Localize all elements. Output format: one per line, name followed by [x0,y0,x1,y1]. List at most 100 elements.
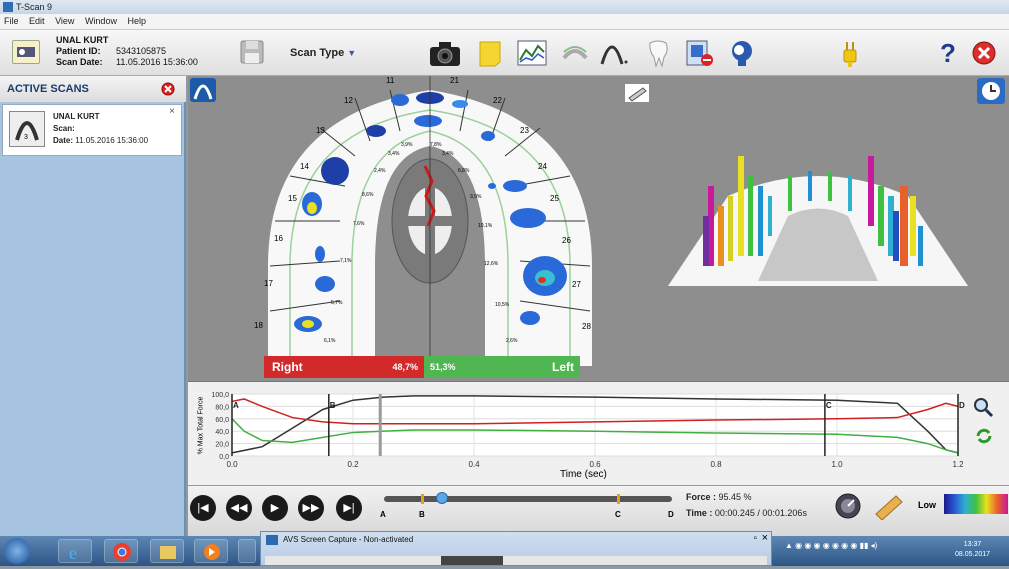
x-tick-label: 0.4 [468,460,480,469]
save-icon[interactable] [238,38,266,68]
scan-thumbnail-icon: 3 [9,111,45,147]
zoom-icon[interactable] [972,396,994,418]
arch-overlay-icon[interactable] [560,38,590,68]
tooth-icon[interactable] [644,38,672,68]
time-label: Time : [686,508,713,518]
skip-start-button[interactable]: |◀ [190,495,216,521]
app-icon [3,2,13,12]
menu-bar: File Edit View Window Help [0,14,1009,30]
pin-icon[interactable] [625,84,649,102]
scan-type-label: Scan Type [290,47,345,59]
y-tick-label: 40,0 [215,429,229,436]
right-value: 48,7% [392,362,418,372]
sticky-note-icon[interactable] [476,38,504,68]
x-tick-label: 1.2 [952,460,964,469]
clock-icon[interactable] [977,78,1005,104]
close-icon[interactable] [970,38,998,68]
tooth-number-25: 25 [550,194,559,203]
timeline-slider[interactable] [384,496,672,502]
tooth-number-18: 18 [254,321,263,330]
menu-file[interactable]: File [0,14,23,28]
force-time-graph: 100,0 80,0 60,0 40,0 20,0 0,0 0.0 0.2 0.4 0.6 0.8 1… [188,381,1009,485]
percent-26: 12,6% [484,261,499,267]
tray-icons[interactable]: ▲ ◉ ◉ ◉ ◉ ◉ ◉ ◉ ▮▮ ◂) [785,541,877,550]
percent-21: 7,8% [430,142,442,148]
gauge-icon[interactable] [834,492,862,520]
system-clock[interactable]: 13:37 08.05.2017 [955,540,990,560]
chrome-icon[interactable] [104,539,138,563]
explorer-icon[interactable] [150,539,184,563]
marker-label-b: B [330,401,336,410]
graph-icon[interactable] [516,38,548,68]
right-label: Right [272,360,303,374]
x-tick-label: 0.2 [347,460,359,469]
avs-maximize-button[interactable]: ▫ [753,533,757,544]
camera-icon[interactable] [428,38,462,68]
timeline-marker-c [617,494,620,504]
y-tick-label: 20,0 [215,442,229,449]
scan-type-dropdown[interactable]: Scan Type ▼ [290,47,356,59]
percent-16: 7,1% [340,258,352,264]
marker-label-d: D [959,401,965,410]
active-scans-panel: ACTIVE SCANS 3 UNAL KURT Scan: Date: 11.… [0,76,186,536]
clock-time: 13:37 [963,541,982,548]
color-scale [944,494,1008,514]
tooth-number-22: 22 [493,96,502,105]
arch-icon[interactable] [596,38,630,68]
fast-forward-button[interactable]: ▶▶ [298,495,324,521]
avs-window[interactable]: AVS Screen Capture - Non-activated ▫ × [260,531,772,566]
force-label: Force : [686,492,717,502]
rewind-button[interactable]: ◀◀ [226,495,252,521]
remove-scan-icon[interactable] [161,82,175,96]
plug-icon[interactable] [836,38,862,68]
sensor-settings-icon[interactable] [684,38,716,68]
scan-patient-name: UNAL KURT [53,112,100,121]
clock-date: 08.05.2017 [955,551,991,558]
arch-view-icon[interactable] [190,78,216,102]
tooth-number-13: 13 [316,126,325,135]
patient-name: UNAL KURT [56,35,109,45]
skip-end-button[interactable]: ▶| [336,495,362,521]
playback-bar: |◀ ◀◀ ▶ ▶▶ ▶| A B C D Force : 95.45 % Ti… [188,485,1009,536]
avs-close-button[interactable]: × [762,532,768,544]
menu-view[interactable]: View [51,14,78,28]
scan-number: 3 [24,134,28,141]
force-3d-view [668,156,968,286]
scan-card[interactable]: 3 UNAL KURT Scan: Date: 11.05.2016 15:36… [2,104,182,156]
refresh-icon[interactable] [974,426,994,446]
graph-ylabel: % Max Total Force [197,396,205,455]
scan-date: 11.05.2016 15:36:00 [116,57,198,67]
timeline-thumb[interactable] [435,492,448,504]
system-tray: ▲ ◉ ◉ ◉ ◉ ◉ ◉ ◉ ▮▮ ◂) [785,541,877,550]
avs-toolbar [265,556,767,565]
marker-b-label: B [419,510,425,519]
start-button[interactable] [4,538,30,564]
patient-card-icon[interactable] [12,40,40,64]
dental-arch [268,76,592,366]
percent-13: 2,4% [374,168,386,174]
close-card-icon[interactable]: × [169,106,175,117]
marker-label-c: C [826,401,832,410]
play-button[interactable]: ▶ [262,495,288,521]
media-player-icon[interactable] [194,539,228,563]
app-taskbar-icon[interactable] [238,539,256,563]
menu-help[interactable]: Help [123,14,150,28]
patient-head-icon[interactable] [728,38,756,68]
menu-window[interactable]: Window [81,14,121,28]
avs-toolbar-button[interactable] [441,556,503,565]
ie-icon[interactable]: e [58,539,92,563]
y-tick-label: 60,0 [215,417,229,424]
active-scans-title: ACTIVE SCANS [7,83,89,95]
tooth-number-27: 27 [572,280,581,289]
menu-edit[interactable]: Edit [25,14,49,28]
ruler-icon[interactable] [874,494,904,521]
help-icon[interactable]: ? [940,38,962,68]
percent-18: 6,1% [324,338,336,344]
time-readout: Time : 00:00.245 / 00:01.206s [686,508,807,518]
percent-12: 3,4% [388,151,400,157]
force-readout: Force : 95.45 % [686,492,752,502]
left-force-bar: 51,3% Left [424,356,580,378]
percent-15: 7,6% [353,221,365,227]
avs-app-icon [266,535,278,545]
tooth-number-24: 24 [538,162,547,171]
